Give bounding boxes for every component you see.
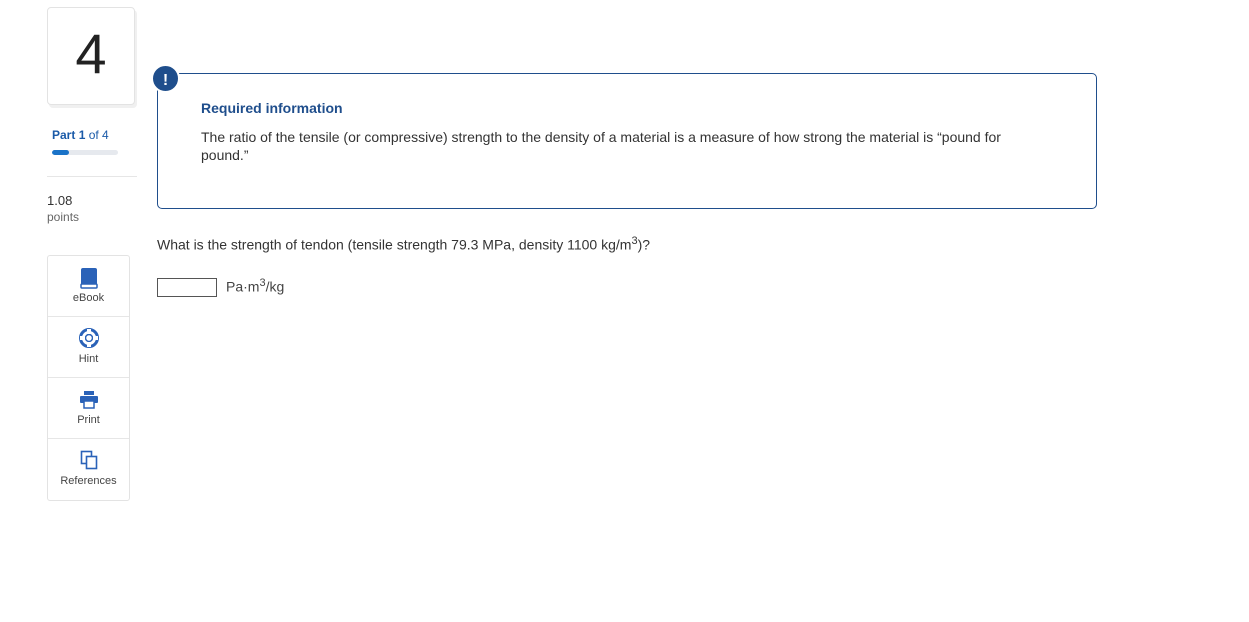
hint-button[interactable]: Hint [48,317,129,378]
part-progress-fill [52,150,69,155]
question-end: )? [637,236,651,253]
tools-panel: eBook Hint Print References [47,255,130,501]
book-icon [48,267,129,289]
points-value: 1.08 [47,193,73,208]
documents-icon [48,450,129,472]
points-label: points [47,210,80,224]
print-button[interactable]: Print [48,378,129,439]
part-progress-bar [52,150,118,155]
lifebuoy-icon [48,328,129,350]
question-number-card: 4 [47,7,135,105]
unit-prefix: Pa·m [226,278,260,295]
answer-input[interactable] [157,278,217,297]
required-info-title: Required information [201,100,343,116]
required-info-text: The ratio of the tensile (or compressive… [201,129,1001,163]
question-number: 4 [75,22,107,85]
print-label: Print [77,414,100,426]
question-prompt: What is the strength of tendon (tensile … [157,235,650,253]
part-word: Part [52,128,76,142]
printer-icon [48,389,129,411]
part-current: 1 [78,128,86,142]
required-info-box: Required information The ratio of the te… [157,73,1097,209]
hint-label: Hint [78,353,99,365]
references-button[interactable]: References [48,439,129,499]
references-label: References [60,475,117,487]
ebook-button[interactable]: eBook [48,256,129,317]
part-indicator: Part 1 of 4 [52,128,109,142]
question-text: What is the strength of tendon (tensile … [157,236,632,253]
part-total: of 4 [88,128,109,142]
unit-suffix: /kg [265,278,285,295]
alert-icon: ! [151,64,180,93]
ebook-label: eBook [72,292,105,304]
sidebar-divider [47,176,137,177]
answer-unit: Pa·m3/kg [226,277,284,295]
